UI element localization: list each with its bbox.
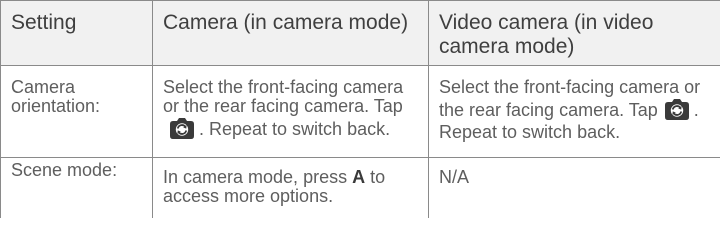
- key-a-label: A: [352, 167, 366, 187]
- setting-name-camera-orientation: Camera orientation:: [0, 65, 153, 158]
- setting-name-scene-mode: Scene mode:: [0, 157, 153, 218]
- table-row: Scene mode: In camera mode, press A to a…: [0, 157, 720, 218]
- table-header-row: Setting Camera (in camera mode) Video ca…: [0, 0, 720, 66]
- cell-text: Select the front-facing camera or the re…: [163, 77, 404, 116]
- header-video-camera: Video camera (in video camera mode): [428, 0, 720, 66]
- table-row: Camera orientation: Select the front-fac…: [0, 65, 720, 158]
- scene-mode-video-cell: N/A: [428, 157, 720, 218]
- settings-table: Setting Camera (in camera mode) Video ca…: [0, 0, 720, 218]
- scene-mode-camera-cell: In camera mode, press A to access more o…: [152, 157, 429, 218]
- cell-text: . Repeat to switch back.: [199, 119, 391, 139]
- camera-orientation-camera-cell: Select the front-facing camera or the re…: [152, 65, 429, 158]
- cell-text: In camera mode, press: [163, 167, 348, 187]
- header-camera: Camera (in camera mode): [152, 0, 429, 66]
- camera-switch-icon: [662, 97, 692, 123]
- header-setting: Setting: [0, 0, 153, 66]
- camera-orientation-video-cell: Select the front-facing camera or the re…: [428, 65, 720, 158]
- camera-switch-icon: [167, 116, 197, 142]
